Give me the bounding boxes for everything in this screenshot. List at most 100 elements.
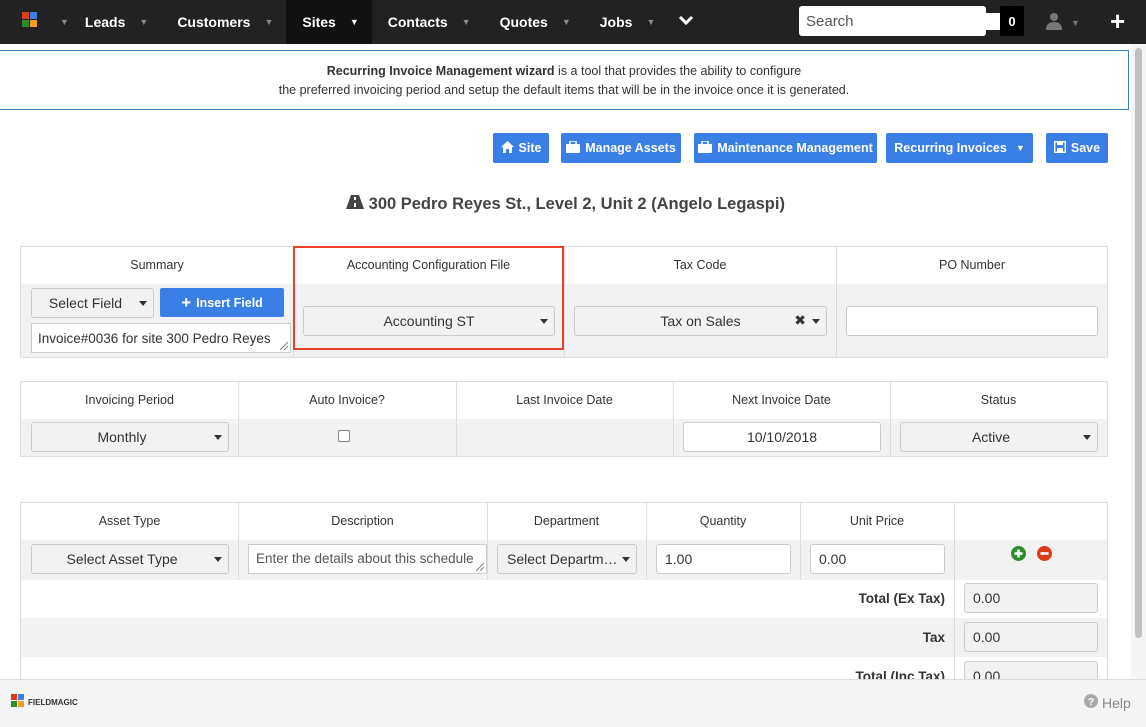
chevron-down-icon: ▼ [1071,17,1080,28]
status-value: Active [971,429,1011,445]
tax-label: Tax [922,630,945,645]
notification-badge[interactable]: 0 [1000,6,1024,36]
next-invoice-date-header: Next Invoice Date [732,393,831,407]
description-placeholder: Enter the details about this schedule [256,551,474,566]
chevron-down-icon: ▼ [461,17,471,27]
scrollbar-thumb[interactable] [1135,48,1142,638]
asset-type-header: Asset Type [98,514,161,528]
add-row-icon[interactable] [1011,546,1026,564]
select-field-dropdown[interactable]: Select Field [31,288,154,318]
resize-handle[interactable] [280,342,288,350]
nav-leads-label: Leads [84,14,126,30]
banner-line1: is a tool that provides the ability to c… [554,64,802,78]
help-label: Help [1102,694,1131,711]
site-button[interactable]: Site [493,133,549,163]
tax-code-value: Tax on Sales [660,313,741,329]
banner-line2: the preferred invoicing period and setup… [278,83,850,97]
help-icon: ? [1084,694,1098,711]
description-header: Description [331,514,394,528]
nav-customers[interactable]: Customers ▼ [161,0,286,44]
briefcase-icon [698,139,713,156]
asset-type-select[interactable]: Select Asset Type [31,544,229,574]
footer: FIELDMAGIC [0,679,1146,727]
search-input[interactable] [806,12,1005,30]
divider [954,503,955,693]
nav-quotes-label: Quotes [499,14,548,30]
maintenance-management-button[interactable]: Maintenance Management [694,133,877,163]
insert-field-label: Insert Field [196,295,263,310]
page-title: 300 Pedro Reyes St., Level 2, Unit 2 (An… [0,195,1131,214]
footer-brand-text: FIELDMAGIC [28,698,78,707]
search-box[interactable] [799,6,1022,36]
po-number-header: PO Number [939,258,1005,272]
app-logo-icon[interactable] [22,12,54,32]
asset-type-value: Select Asset Type [66,551,178,567]
page-title-text: 300 Pedro Reyes St., Level 2, Unit 2 (An… [368,195,785,213]
chevron-down-icon: ▼ [139,17,149,27]
recurring-invoices-dropdown[interactable]: Recurring Invoices ▼ [886,133,1033,163]
recurring-invoices-label: Recurring Invoices [894,141,1007,155]
add-new-icon[interactable]: + [1110,7,1125,35]
status-select[interactable]: Active [900,422,1098,452]
nav-leads[interactable]: Leads ▼ [69,0,161,44]
remove-row-icon[interactable] [1037,546,1052,564]
chevron-down-icon [139,301,147,306]
nav-jobs-label: Jobs [599,14,633,30]
nav-contacts[interactable]: Contacts ▼ [372,0,484,44]
invoicing-period-value: Monthly [97,429,147,445]
caret-down-icon: ▼ [1015,143,1025,153]
save-icon [1053,140,1066,156]
save-label: Save [1070,141,1101,155]
nav-quotes[interactable]: Quotes ▼ [484,0,584,44]
fieldmagic-logo-icon [11,694,25,711]
quantity-header: Quantity [699,514,747,528]
department-select[interactable]: Select Departm… [497,544,637,574]
chevron-down-icon [812,319,820,324]
last-invoice-date-header: Last Invoice Date [516,393,613,407]
site-button-label: Site [518,141,542,155]
clear-icon[interactable]: ✖ [794,312,806,329]
highlight-box [293,246,564,350]
chevron-down-icon: ▼ [264,17,274,27]
more-menu-chevron-icon[interactable] [678,13,694,31]
save-button[interactable]: Save [1046,133,1108,163]
unit-price-header: Unit Price [849,514,905,528]
next-invoice-date-input[interactable]: 10/10/2018 [683,422,881,452]
summary-header: Summary [130,258,184,272]
select-field-value: Select Field [48,295,123,311]
user-menu[interactable]: ▼ [1046,12,1080,33]
chevron-down-icon [1083,435,1091,440]
help-link[interactable]: ? Help [1084,694,1131,711]
user-icon [1046,12,1062,33]
manage-assets-button[interactable]: Manage Assets [561,133,681,163]
home-icon [500,140,514,156]
chevron-down-icon [214,435,222,440]
nav-sites[interactable]: Sites ▼ [286,0,372,44]
maintenance-management-label: Maintenance Management [717,141,873,155]
invoicing-period-select[interactable]: Monthly [31,422,229,452]
resize-handle[interactable] [476,563,484,571]
summary-text: Invoice#0036 for site 300 Pedro Reyes St… [38,331,271,352]
description-textarea[interactable]: Enter the details about this schedule [248,544,487,574]
tax-code-header: Tax Code [673,258,727,272]
department-header: Department [533,514,600,528]
info-banner: Recurring Invoice Management wizard is a… [0,50,1129,110]
chevron-down-icon: ▼ [561,17,571,27]
tax-code-select[interactable]: Tax on Sales ✖ [574,306,827,336]
scrollbar[interactable] [1131,44,1146,679]
plus-icon: + [181,292,192,312]
banner-title: Recurring Invoice Management wizard [326,64,555,78]
quantity-input[interactable]: 1.00 [656,544,791,574]
po-number-input[interactable] [846,306,1098,336]
invoicing-period-panel: Invoicing Period Auto Invoice? Last Invo… [20,381,1108,457]
manage-assets-label: Manage Assets [585,141,676,155]
auto-invoice-checkbox[interactable] [338,430,350,442]
nav-jobs[interactable]: Jobs ▼ [584,0,669,44]
road-icon [346,195,365,213]
svg-text:?: ? [1088,697,1094,708]
chevron-down-icon[interactable]: ▼ [60,17,69,27]
nav-sites-label: Sites [302,14,336,30]
unit-price-input[interactable]: 0.00 [810,544,945,574]
summary-textarea[interactable]: Invoice#0036 for site 300 Pedro Reyes St… [31,323,291,353]
insert-field-button[interactable]: + Insert Field [160,288,284,317]
